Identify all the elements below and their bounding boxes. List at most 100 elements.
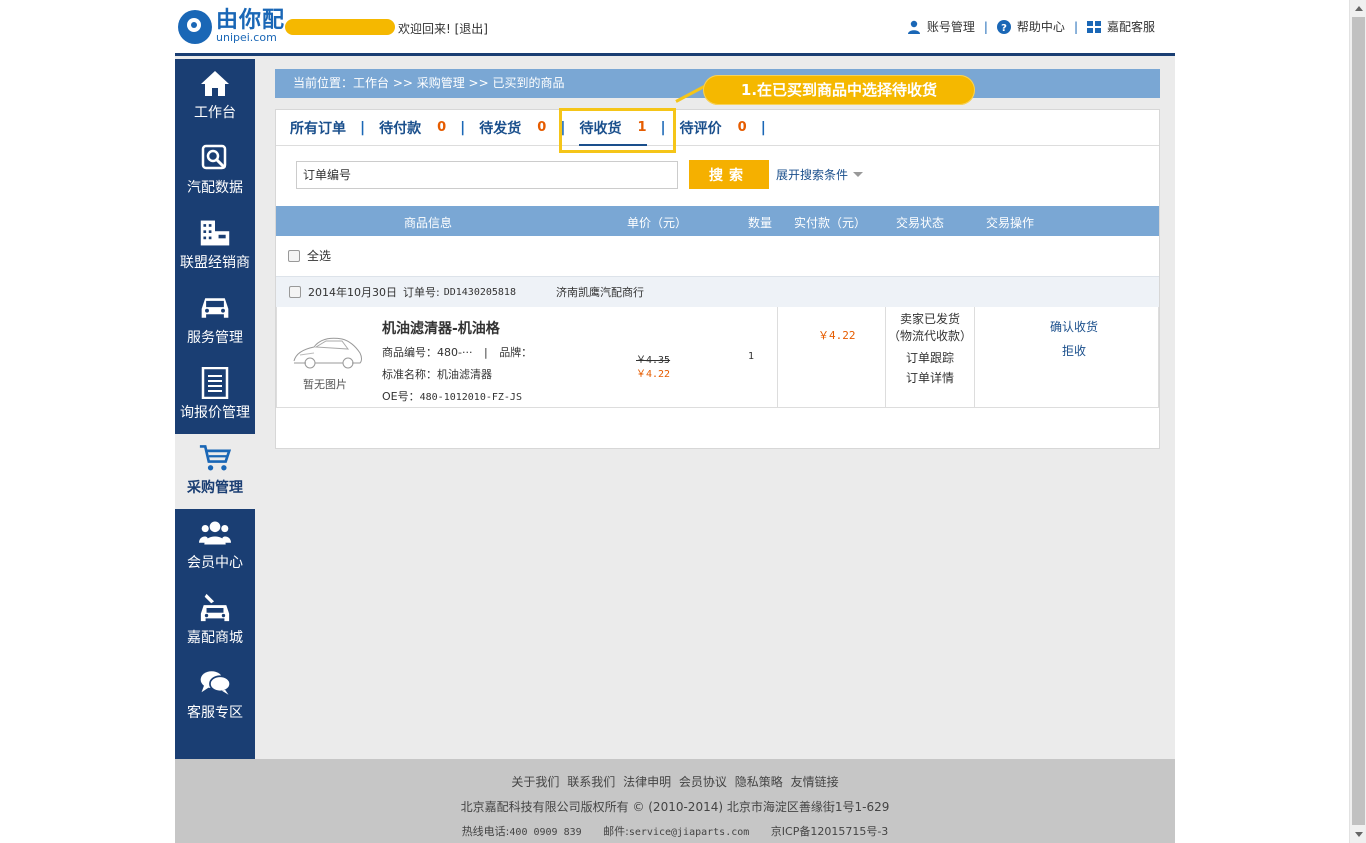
sidebar-item-service-management[interactable]: 服务管理 xyxy=(175,284,255,359)
hotline-number: 400 0909 839 xyxy=(509,827,582,838)
username-redacted xyxy=(285,19,395,35)
document-icon xyxy=(201,367,229,399)
main-content: 当前位置：工作台 >> 采购管理 >> 已买到的商品 所有订单 | 待付款 0 |… xyxy=(275,69,1160,449)
order-number: DD1430205818 xyxy=(443,286,516,298)
footer-link-agreement[interactable]: 会员协议 xyxy=(679,775,727,789)
main-container: 由你配 unipei.com 欢迎回来! [退出] 账号管理 | ? 帮助中心 … xyxy=(175,0,1175,843)
logo-mark-icon xyxy=(178,10,212,44)
logo-text-en: unipei.com xyxy=(216,31,277,44)
footer-link-privacy[interactable]: 隐私策略 xyxy=(735,775,783,789)
column-header-quantity: 数量 xyxy=(748,216,773,230)
top-header: 由你配 unipei.com 欢迎回来! [退出] 账号管理 | ? 帮助中心 … xyxy=(175,0,1175,56)
orders-panel: 所有订单 | 待付款 0 | 待发货 0 | 待收货 1 | 待评价 0 | 1.在已买… xyxy=(275,75,1160,449)
sidebar-item-jiapei-mall[interactable]: 嘉配商城 xyxy=(175,584,255,659)
car-placeholder-image[interactable] xyxy=(290,327,364,377)
order-item-row: 暂无图片 机油滤清器-机油格 商品编号：480-··· | 品牌： 标准名称：机… xyxy=(276,307,1159,408)
footer-contact: 热线电话:400 0909 839 邮件:service@jiaparts.co… xyxy=(175,823,1175,839)
footer-link-contact[interactable]: 联系我们 xyxy=(567,775,615,789)
account-management-link[interactable]: 账号管理 xyxy=(907,18,975,35)
expand-search-conditions[interactable]: 展开搜索条件 xyxy=(776,166,864,183)
sidebar-item-alliance-dealers[interactable]: 联盟经销商 xyxy=(175,209,255,284)
vertical-scrollbar[interactable] xyxy=(1349,0,1366,843)
column-header-trade-actions: 交易操作 xyxy=(986,216,1035,230)
chat-icon xyxy=(200,671,231,695)
tab-separator: | xyxy=(660,119,666,136)
sidebar-item-member-center[interactable]: 会员中心 xyxy=(175,509,255,584)
sidebar-item-label: 联盟经销商 xyxy=(180,255,250,271)
column-header-product-info: 商品信息 xyxy=(404,216,453,230)
svg-text:?: ? xyxy=(1001,23,1007,34)
site-logo[interactable]: 由你配 unipei.com xyxy=(178,10,285,44)
welcome-text[interactable]: 欢迎回来! [退出] xyxy=(398,20,488,37)
seller-name[interactable]: 济南凯鹰汽配商行 xyxy=(556,284,644,300)
search-data-icon xyxy=(201,144,227,170)
product-code-brand: 商品编号：480-··· | 品牌： xyxy=(382,344,532,360)
sidebar-item-workbench[interactable]: 工作台 xyxy=(175,59,255,134)
oe-number: 480-1012010-FZ-JS xyxy=(419,392,522,403)
scrollbar-thumb[interactable] xyxy=(1352,17,1365,825)
reject-link[interactable]: 拒收 xyxy=(976,339,1172,363)
tab-label: 待评价 xyxy=(679,120,722,137)
building-icon xyxy=(200,220,230,246)
tab-pending-shipment[interactable]: 待发货 0 xyxy=(479,118,546,138)
arrow-up-icon xyxy=(1354,6,1363,11)
email-label: 邮件: xyxy=(603,825,629,838)
customer-service-link[interactable]: 嘉配客服 xyxy=(1086,18,1155,35)
oe-number-label: OE号： xyxy=(382,390,420,403)
icp-number: 京ICP备12015715号-3 xyxy=(770,825,889,838)
tab-pending-receipt[interactable]: 待收货 1 xyxy=(579,112,647,146)
no-image-label: 暂无图片 xyxy=(303,378,347,391)
footer-links: 关于我们 联系我们 法律申明 会员协议 隐私策略 友情链接 xyxy=(175,773,1175,790)
footer-link-about[interactable]: 关于我们 xyxy=(511,775,559,789)
home-icon xyxy=(201,71,229,96)
sidebar-item-purchase-management[interactable]: 采购管理 xyxy=(175,434,255,509)
tutorial-callout: 1.在已买到商品中选择待收货 xyxy=(703,75,975,105)
select-all[interactable]: 全选 xyxy=(288,247,331,264)
sidebar-item-inquiry-management[interactable]: 询报价管理 xyxy=(175,359,255,434)
status-cod: （物流代收款） xyxy=(887,329,972,343)
sidebar-item-label: 询报价管理 xyxy=(180,405,250,421)
tab-all-orders[interactable]: 所有订单 xyxy=(290,118,346,138)
page: 由你配 unipei.com 欢迎回来! [退出] 账号管理 | ? 帮助中心 … xyxy=(0,0,1366,843)
search-button[interactable]: 搜索 xyxy=(689,160,769,189)
select-all-checkbox[interactable] xyxy=(288,249,300,262)
tab-count: 0 xyxy=(437,120,447,135)
tab-separator: | xyxy=(560,119,566,136)
select-all-label: 全选 xyxy=(307,249,332,263)
footer-link-legal[interactable]: 法律申明 xyxy=(623,775,671,789)
tab-label: 待收货 xyxy=(579,120,622,137)
sidebar-item-parts-data[interactable]: 汽配数据 xyxy=(175,134,255,209)
unit-price: ￥4.22 xyxy=(636,369,671,380)
scroll-down-button[interactable] xyxy=(1350,826,1366,843)
tab-separator: | xyxy=(760,119,766,136)
tab-label: 所有订单 xyxy=(290,120,346,137)
order-number-search-input[interactable] xyxy=(296,160,678,189)
sidebar-item-label: 嘉配商城 xyxy=(187,630,243,646)
order-checkbox[interactable] xyxy=(289,286,301,298)
footer-link-friends[interactable]: 友情链接 xyxy=(791,775,839,789)
tab-pending-review[interactable]: 待评价 0 xyxy=(680,118,747,138)
search-row: 搜索 展开搜索条件 xyxy=(296,160,864,189)
trade-status: 卖家已发货 （物流代收款） 订单跟踪 订单详情 xyxy=(886,311,974,388)
product-code: 商品编号：480-··· xyxy=(382,346,473,359)
tab-pending-payment[interactable]: 待付款 0 xyxy=(379,118,446,138)
help-center-link[interactable]: ? 帮助中心 xyxy=(996,18,1065,35)
confirm-receipt-link[interactable]: 确认收货 xyxy=(976,315,1172,339)
column-header-unit-price: 单价（元） xyxy=(627,216,688,230)
sidebar-item-customer-service[interactable]: 客服专区 xyxy=(175,659,255,734)
order-details-link[interactable]: 订单详情 xyxy=(886,368,974,388)
sidebar-item-label: 工作台 xyxy=(194,105,236,121)
product-name[interactable]: 机油滤清器-机油格 xyxy=(382,318,500,338)
footer: 关于我们 联系我们 法律申明 会员协议 隐私策略 友情链接 北京嘉配科技有限公司… xyxy=(175,759,1175,843)
order-tracking-link[interactable]: 订单跟踪 xyxy=(886,348,974,368)
cart-icon xyxy=(199,445,231,471)
status-shipped: 卖家已发货 xyxy=(899,312,960,326)
brand-separator: | xyxy=(483,346,488,359)
tab-separator: | xyxy=(360,119,366,136)
logo-text-cn: 由你配 xyxy=(216,8,286,33)
help-center-label: 帮助中心 xyxy=(1016,20,1065,34)
scroll-up-button[interactable] xyxy=(1350,0,1366,17)
tab-count: 0 xyxy=(737,120,747,135)
car-shop-icon xyxy=(200,593,230,622)
sidebar-item-label: 会员中心 xyxy=(187,555,243,571)
